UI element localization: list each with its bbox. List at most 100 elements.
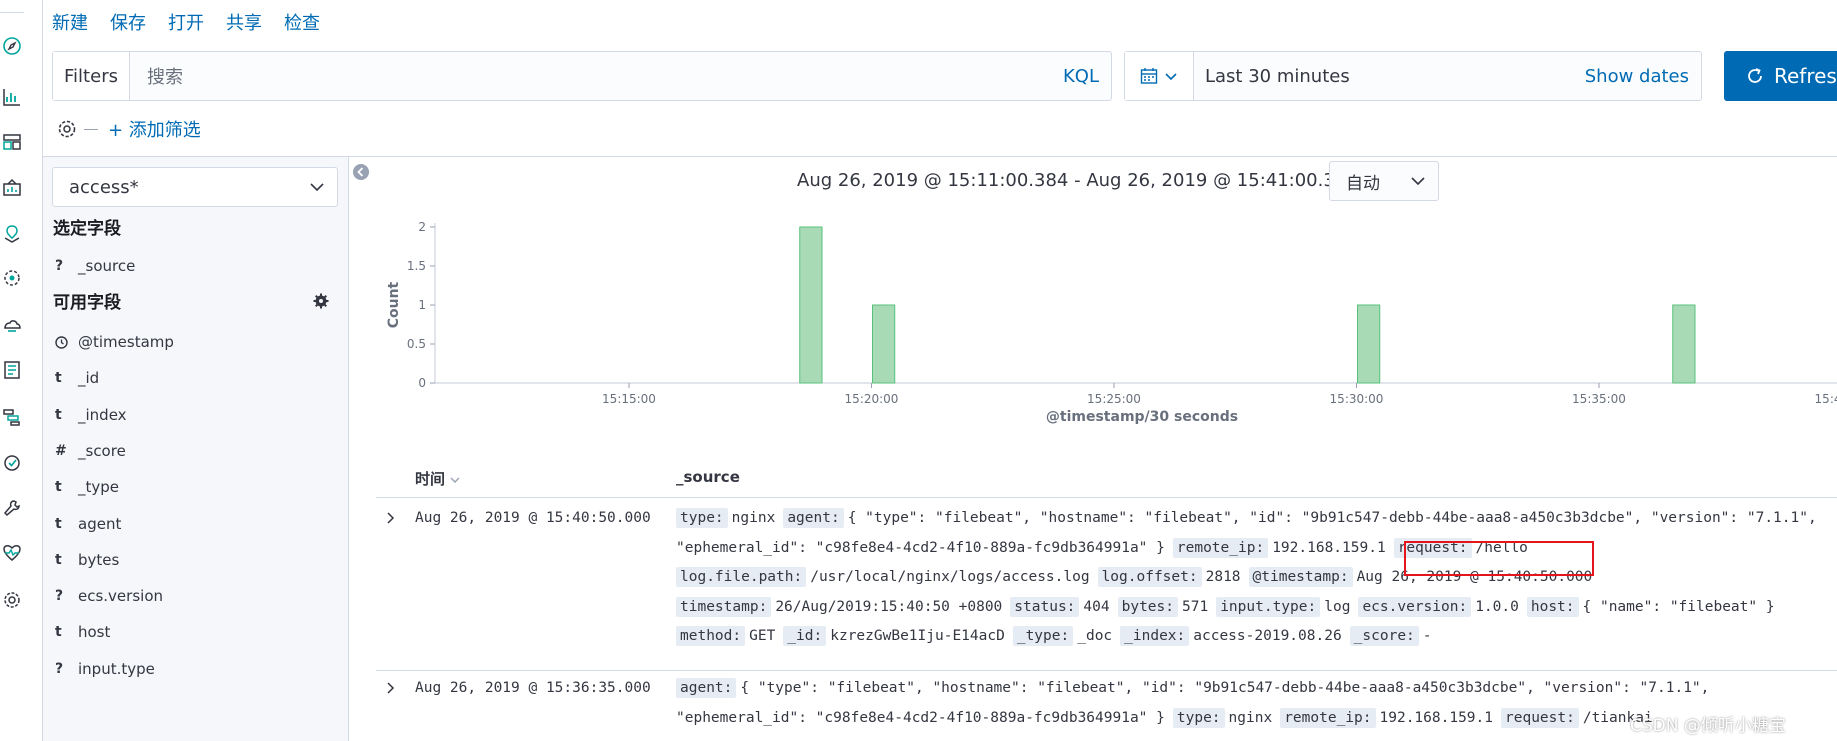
source-field-key: log.offset: bbox=[1097, 567, 1202, 588]
field-type-icon: t bbox=[55, 370, 62, 387]
source-field-value: kzrezGwBe1Iju-E14acD bbox=[830, 628, 1005, 645]
x-tick-label: 15:25:00 bbox=[1087, 392, 1141, 406]
source-field-value: 192.168.159.1 bbox=[1272, 539, 1386, 556]
refresh-label: Refresh bbox=[1774, 64, 1837, 88]
field-item[interactable]: ? _source bbox=[55, 254, 135, 278]
add-filter-button[interactable]: + 添加筛选 bbox=[108, 116, 201, 142]
y-tick-label: 0 bbox=[418, 376, 426, 390]
maps-icon[interactable] bbox=[0, 222, 24, 246]
y-axis-title: Count bbox=[386, 281, 402, 328]
interval-value: 自动 bbox=[1346, 173, 1380, 194]
source-field-key: bytes: bbox=[1117, 596, 1178, 617]
field-type-icon: t bbox=[55, 479, 62, 496]
field-item[interactable]: ? ecs.version bbox=[55, 584, 163, 608]
y-tick-label: 0.5 bbox=[407, 337, 426, 351]
source-field-value: 192.168.159.1 bbox=[1379, 709, 1494, 726]
logs-icon[interactable] bbox=[0, 358, 24, 382]
dashboard-icon[interactable] bbox=[0, 130, 24, 154]
expand-row-chevron-icon[interactable] bbox=[384, 681, 398, 695]
time-range-label[interactable]: Last 30 minutes bbox=[1205, 52, 1350, 100]
menu-new[interactable]: 新建 bbox=[52, 9, 88, 35]
histogram-bar bbox=[799, 226, 823, 384]
source-field-value: _doc bbox=[1077, 628, 1113, 645]
visualize-icon[interactable] bbox=[0, 85, 24, 109]
chevron-down-icon bbox=[310, 183, 324, 192]
search-input[interactable] bbox=[145, 52, 1009, 102]
uptime-icon[interactable] bbox=[0, 450, 24, 474]
source-field-value: 571 bbox=[1182, 598, 1209, 615]
show-dates-link[interactable]: Show dates bbox=[1585, 52, 1689, 100]
field-type-icon: t bbox=[55, 406, 62, 423]
chevron-down-icon bbox=[1411, 177, 1425, 186]
field-item[interactable]: ? input.type bbox=[55, 657, 155, 681]
histogram-chart: 0 0.5 1 1.5 2 15:15:00 15:20:00 15:25:00 15:30:0… bbox=[386, 220, 1837, 425]
x-axis-title: @timestamp/30 seconds bbox=[1046, 409, 1238, 425]
field-name: _score bbox=[78, 441, 126, 460]
menu-open[interactable]: 打开 bbox=[168, 9, 204, 35]
source-field-key: agent: bbox=[676, 678, 737, 698]
source-field-value: nginx bbox=[1228, 709, 1273, 726]
field-name: @timestamp bbox=[78, 333, 174, 351]
sort-arrow-icon[interactable] bbox=[450, 476, 460, 484]
canvas-icon[interactable] bbox=[0, 176, 24, 200]
source-field-value: nginx bbox=[731, 510, 776, 526]
apm-icon[interactable] bbox=[0, 405, 24, 429]
histogram-range-label: Aug 26, 2019 @ 15:11:00.384 - Aug 26, 20… bbox=[797, 170, 1382, 191]
source-field-key: ecs.version: bbox=[1358, 596, 1472, 617]
kql-toggle[interactable]: KQL bbox=[1063, 52, 1099, 100]
ml-icon[interactable] bbox=[0, 266, 24, 290]
histogram-bar bbox=[1672, 304, 1696, 384]
menu-save[interactable]: 保存 bbox=[110, 9, 146, 35]
source-field-value: 2818 bbox=[1205, 569, 1241, 586]
filter-settings-gear-icon[interactable] bbox=[56, 118, 78, 140]
top-menu: 新建 保存 打开 共享 检查 bbox=[52, 8, 320, 36]
watermark: CSDN @倾听小糖宝 bbox=[1630, 716, 1786, 736]
field-item[interactable]: t host bbox=[55, 620, 110, 644]
refresh-button[interactable]: Refresh bbox=[1724, 51, 1837, 101]
source-field-key: agent: bbox=[783, 508, 844, 528]
interval-select[interactable]: 自动 bbox=[1329, 161, 1439, 201]
filters-button[interactable]: Filters bbox=[53, 52, 130, 100]
collapse-sidebar-icon[interactable] bbox=[352, 163, 370, 181]
field-item[interactable]: t _id bbox=[55, 366, 99, 390]
infrastructure-icon[interactable] bbox=[0, 313, 24, 337]
source-field-key: log.file.path: bbox=[676, 567, 807, 588]
index-pattern-select[interactable]: access* bbox=[52, 167, 338, 207]
field-filter-gear-icon[interactable] bbox=[313, 293, 329, 309]
dev-tools-icon[interactable] bbox=[0, 496, 24, 520]
source-field-value: - bbox=[1422, 628, 1432, 645]
management-gear-icon[interactable] bbox=[0, 588, 24, 612]
monitoring-icon[interactable] bbox=[0, 541, 24, 565]
rail-top-divider bbox=[0, 0, 24, 13]
source-line: timestamp: 26/Aug/2019:15:40:50 +0800 stat… bbox=[676, 596, 1783, 617]
source-line: method: GET _id: kzrezGwBe1Iju-E14acD _type:… bbox=[676, 626, 1440, 647]
source-field-key: method: bbox=[676, 626, 746, 647]
field-item[interactable]: # _score bbox=[55, 439, 126, 463]
histogram-bar bbox=[1357, 304, 1381, 384]
row-divider bbox=[376, 670, 1837, 671]
x-tick-label: 15:30:00 bbox=[1330, 392, 1384, 406]
chevron-down-icon bbox=[1165, 73, 1177, 81]
menu-share[interactable]: 共享 bbox=[226, 9, 262, 35]
x-tick-label: 15:40:00 bbox=[1815, 392, 1837, 406]
column-header-time[interactable]: 时间 bbox=[415, 468, 460, 489]
compass-icon[interactable] bbox=[0, 34, 24, 58]
field-item[interactable]: @timestamp bbox=[55, 330, 174, 354]
field-type-icon: t bbox=[55, 515, 62, 532]
field-type-icon: # bbox=[55, 442, 67, 459]
field-item[interactable]: t _index bbox=[55, 403, 127, 427]
field-name: _type bbox=[78, 478, 120, 497]
field-item[interactable]: t _type bbox=[55, 475, 119, 499]
request-highlight-annotation bbox=[1404, 541, 1594, 576]
row-timestamp: Aug 26, 2019 @ 15:36:35.000 bbox=[415, 680, 651, 696]
y-tick-label: 1.5 bbox=[407, 259, 426, 273]
field-type-icon: ? bbox=[55, 588, 64, 605]
source-field-value: GET bbox=[749, 628, 776, 645]
quick-menu-button[interactable] bbox=[1125, 52, 1194, 100]
field-name: _source bbox=[78, 257, 136, 275]
field-item[interactable]: t agent bbox=[55, 512, 121, 536]
field-item[interactable]: t bytes bbox=[55, 548, 119, 572]
expand-row-chevron-icon[interactable] bbox=[384, 511, 398, 525]
menu-inspect[interactable]: 检查 bbox=[284, 9, 320, 35]
source-field-value: 404 bbox=[1083, 598, 1110, 615]
